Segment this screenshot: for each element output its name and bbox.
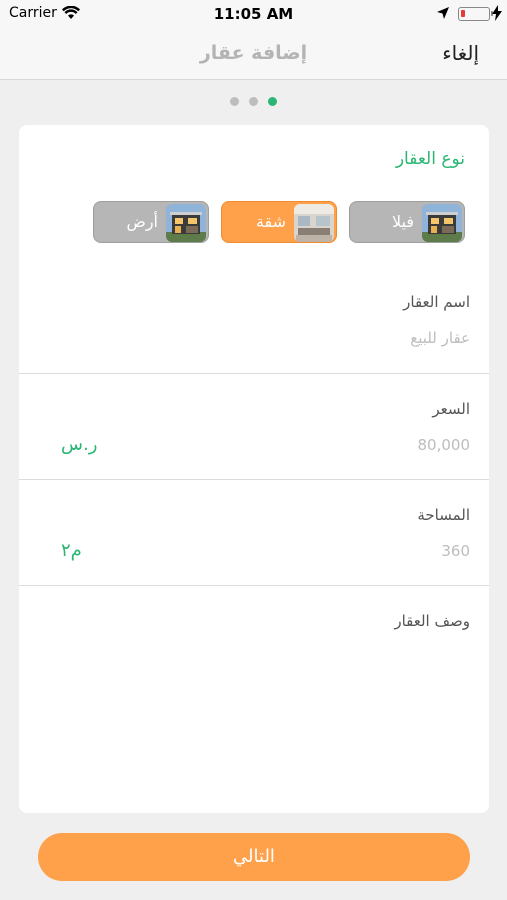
battery-icon [458, 7, 493, 21]
price-field[interactable]: السعر 80,000 ر.س [19, 374, 489, 480]
page-indicator [0, 97, 507, 106]
charging-bolt-icon [492, 5, 502, 21]
property-name-label: اسم العقار [403, 293, 470, 311]
property-type-selector: فيلا شقة أرض [91, 201, 465, 245]
description-label: وصف العقار [394, 612, 470, 630]
area-input[interactable]: 360 [441, 542, 470, 560]
villa-thumbnail-icon [422, 204, 462, 242]
property-form-card: نوع العقار فيلا شقة أرض اسم العقار عقار … [19, 125, 489, 813]
price-input[interactable]: 80,000 [418, 436, 471, 454]
type-option-apartment[interactable]: شقة [221, 201, 337, 243]
cancel-button[interactable]: إلغاء [442, 41, 479, 65]
price-label: السعر [432, 400, 470, 418]
property-name-input[interactable]: عقار للبيع [410, 329, 470, 347]
type-option-label: فيلا [391, 212, 414, 231]
page-dot-1 [230, 97, 239, 106]
type-option-label: أرض [126, 212, 158, 231]
location-arrow-icon [437, 7, 449, 19]
type-option-label: شقة [255, 212, 286, 231]
status-time: 11:05 AM [213, 5, 294, 23]
property-name-field[interactable]: اسم العقار عقار للبيع [19, 275, 489, 374]
navigation-bar: إضافة عقار إلغاء [0, 28, 507, 80]
next-button-label: التالي [233, 846, 275, 867]
status-bar: Carrier 11:05 AM [0, 0, 507, 28]
property-type-title: نوع العقار [395, 149, 465, 169]
page-dot-2 [249, 97, 258, 106]
page-dot-3-active [268, 97, 277, 106]
next-button[interactable]: التالي [38, 833, 470, 881]
type-option-land[interactable]: أرض [93, 201, 209, 243]
area-field[interactable]: المساحة 360 م٢ [19, 480, 489, 586]
area-label: المساحة [417, 506, 470, 524]
land-thumbnail-icon [166, 204, 206, 242]
type-option-villa[interactable]: فيلا [349, 201, 465, 243]
description-field[interactable]: وصف العقار [19, 586, 489, 813]
currency-unit: ر.س [61, 434, 98, 455]
apartment-thumbnail-icon [294, 204, 334, 242]
area-unit: م٢ [61, 540, 82, 561]
page-title: إضافة عقار [199, 42, 308, 64]
